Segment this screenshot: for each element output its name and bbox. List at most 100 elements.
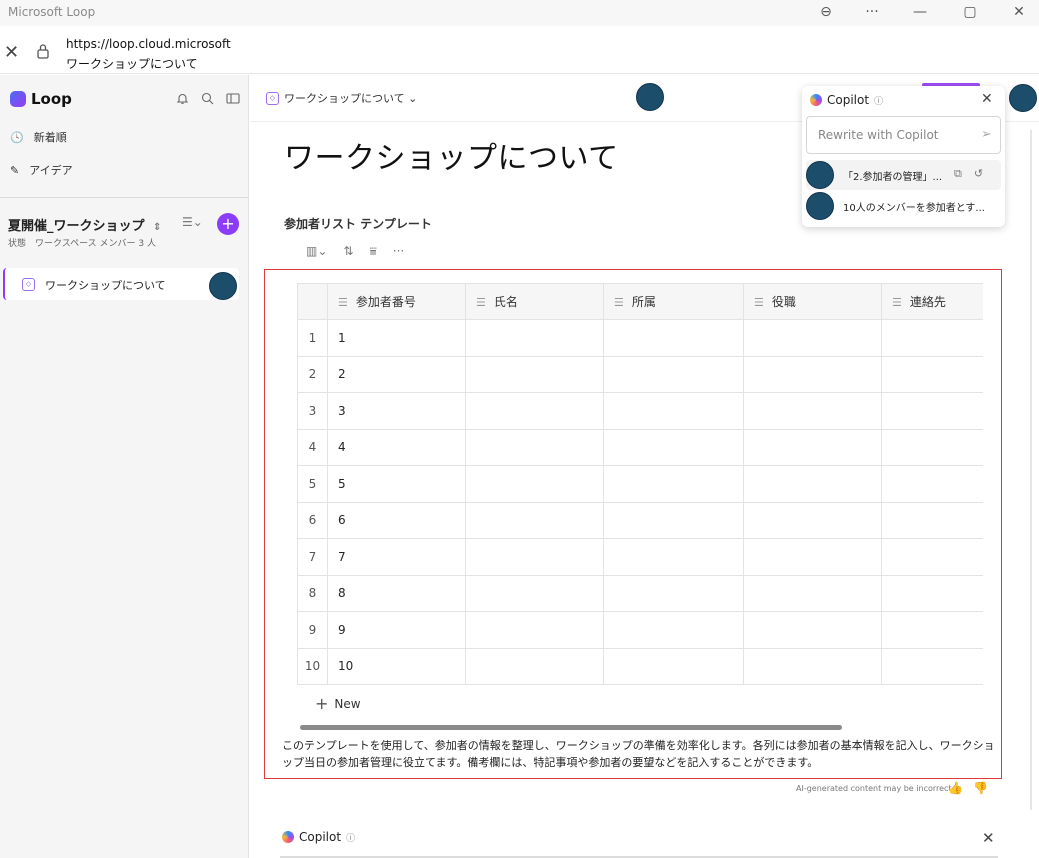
search-icon[interactable]: [201, 92, 214, 105]
table-cell[interactable]: 10: [327, 647, 466, 685]
table-cell[interactable]: [603, 538, 744, 576]
avatar[interactable]: [1009, 84, 1037, 112]
table-cell[interactable]: [743, 611, 882, 649]
sort-icon[interactable]: ⇅: [343, 244, 353, 259]
table-cell[interactable]: 1: [327, 319, 466, 357]
more-icon[interactable]: ···: [393, 244, 404, 259]
chevron-updown-icon[interactable]: ⇕: [153, 222, 161, 233]
close-icon[interactable]: ✕: [981, 91, 993, 107]
bell-icon[interactable]: [176, 92, 189, 105]
loop-logo[interactable]: Loop: [10, 90, 72, 108]
minimize-button[interactable]: —: [900, 0, 940, 24]
table-cell[interactable]: [603, 501, 744, 539]
more-options-icon[interactable]: ···: [852, 0, 892, 24]
copilot-suggestion[interactable]: 10人のメンバーを参加者とす...: [806, 191, 1001, 221]
table-cell[interactable]: [465, 428, 604, 466]
maximize-button[interactable]: ▢: [950, 0, 990, 24]
sidebar-item-recent[interactable]: 🕓 新着順: [10, 129, 67, 145]
table-cell[interactable]: [603, 611, 744, 649]
table-cell[interactable]: 9: [327, 611, 466, 649]
add-page-button[interactable]: +: [217, 213, 239, 235]
workspace-name[interactable]: 夏開催_ワークショップ ⇕: [8, 215, 161, 234]
table-cell[interactable]: [743, 428, 882, 466]
panel-icon[interactable]: [226, 92, 240, 105]
table-cell[interactable]: [465, 465, 604, 503]
table-cell[interactable]: [603, 574, 744, 612]
view-icon[interactable]: ▥⌄: [306, 244, 327, 259]
table-cell[interactable]: 7: [327, 538, 466, 576]
copilot-suggestion[interactable]: 「2.参加者の管理」... ⧉ ↺: [806, 160, 1001, 190]
table-cell[interactable]: [881, 611, 983, 649]
table-cell[interactable]: [881, 574, 983, 612]
table-cell[interactable]: [881, 501, 983, 539]
table-cell[interactable]: [881, 355, 983, 393]
table-cell[interactable]: [743, 465, 882, 503]
table-cell[interactable]: [465, 611, 604, 649]
copilot-prompt-input[interactable]: Rewrite with Copilot ➢: [806, 116, 1001, 154]
table-cell[interactable]: 8: [327, 574, 466, 612]
table-cell[interactable]: [743, 501, 882, 539]
table-cell[interactable]: [603, 392, 744, 430]
column-header[interactable]: ☰ 役職: [743, 283, 882, 320]
column-header[interactable]: ☰ 参加者番号: [327, 283, 466, 320]
table-cell[interactable]: [881, 538, 983, 576]
url-text[interactable]: https://loop.cloud.microsoft: [66, 37, 231, 51]
thumbs-up-icon[interactable]: 👍: [948, 781, 963, 795]
table-cell[interactable]: [743, 647, 882, 685]
table-cell[interactable]: [743, 319, 882, 357]
table-cell[interactable]: [603, 428, 744, 466]
sidebar-item-page[interactable]: ◇ ワークショップについて: [3, 268, 239, 300]
send-icon[interactable]: ➢: [981, 127, 992, 142]
table-cell[interactable]: [881, 428, 983, 466]
table-cell[interactable]: [603, 465, 744, 503]
close-window-button[interactable]: ✕: [999, 0, 1039, 24]
table-cell[interactable]: 3: [327, 392, 466, 430]
table-cell[interactable]: 2: [327, 355, 466, 393]
zoom-icon[interactable]: ⊖: [806, 0, 846, 24]
table-cell[interactable]: [743, 355, 882, 393]
copy-icon[interactable]: ⧉: [954, 167, 962, 181]
column-header[interactable]: ☰ 連絡先: [881, 283, 983, 320]
table-cell[interactable]: [465, 501, 604, 539]
table-cell[interactable]: [603, 355, 744, 393]
add-row-button[interactable]: + New: [315, 694, 361, 713]
table-cell[interactable]: [465, 538, 604, 576]
table-cell[interactable]: [881, 319, 983, 357]
table-cell[interactable]: [465, 647, 604, 685]
info-icon[interactable]: ⓘ: [874, 94, 883, 107]
table-cell[interactable]: [465, 319, 604, 357]
undo-icon[interactable]: ↺: [974, 167, 983, 181]
horizontal-scrollbar[interactable]: [300, 725, 842, 730]
table-cell[interactable]: [743, 574, 882, 612]
thumbs-down-icon[interactable]: 👎: [973, 781, 988, 795]
table-cell[interactable]: [881, 647, 983, 685]
close-icon[interactable]: ✕: [4, 42, 19, 63]
sort-menu-icon[interactable]: ☰⌄: [182, 215, 203, 229]
table-cell[interactable]: [743, 538, 882, 576]
filter-icon[interactable]: ⩸: [369, 244, 376, 259]
table-row: 99: [297, 611, 983, 649]
close-icon[interactable]: ✕: [982, 829, 995, 847]
vertical-scrollbar[interactable]: [1030, 130, 1032, 810]
table-cell[interactable]: [743, 392, 882, 430]
lock-icon[interactable]: [36, 43, 50, 59]
table-cell[interactable]: [881, 392, 983, 430]
table-cell[interactable]: [603, 319, 744, 357]
column-header[interactable]: ☰ 氏名: [465, 283, 604, 320]
table-cell[interactable]: [603, 647, 744, 685]
sidebar-item-ideas[interactable]: ✎ アイデア: [10, 162, 73, 178]
table-cell[interactable]: [465, 392, 604, 430]
breadcrumb[interactable]: ◇ ワークショップについて ⌄: [266, 90, 417, 106]
table-cell[interactable]: 6: [327, 501, 466, 539]
info-icon[interactable]: ⓘ: [346, 831, 355, 844]
description-text[interactable]: このテンプレートを使用して、参加者の情報を整理し、ワークショップの準備を効率化し…: [282, 737, 998, 771]
table-cell[interactable]: [465, 574, 604, 612]
avatar[interactable]: [209, 272, 237, 300]
table-cell[interactable]: 4: [327, 428, 466, 466]
avatar[interactable]: [636, 83, 664, 111]
table-cell[interactable]: [881, 465, 983, 503]
table-cell[interactable]: [465, 355, 604, 393]
page-title[interactable]: ワークショップについて: [284, 133, 619, 177]
column-header[interactable]: ☰ 所属: [603, 283, 744, 320]
table-cell[interactable]: 5: [327, 465, 466, 503]
